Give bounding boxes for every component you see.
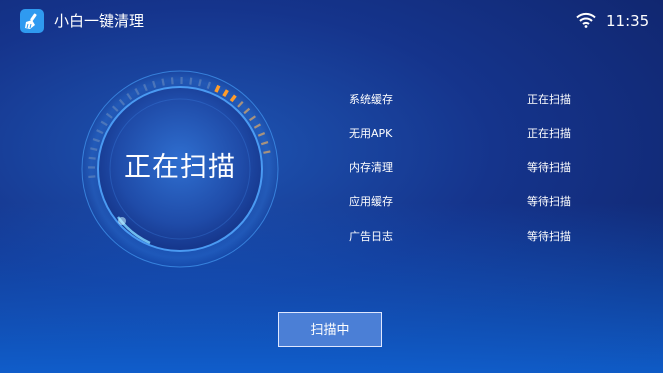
scan-item-name: 无用APK (349, 127, 393, 140)
scan-item-status: 正在扫描 (527, 93, 571, 106)
scan-item-status: 等待扫描 (527, 161, 571, 174)
status-clock: 11:35 (606, 12, 650, 30)
scan-item-row: 广告日志 等待扫描 (349, 228, 589, 246)
scan-item-status: 正在扫描 (527, 127, 571, 140)
app-title: 小白一键清理 (54, 12, 145, 30)
scanning-button[interactable]: 扫描中 (278, 312, 382, 347)
scan-item-name: 系统缓存 (349, 93, 393, 106)
scan-item-name: 广告日志 (349, 230, 393, 243)
scan-item-name: 内存清理 (349, 161, 393, 174)
progress-tick (170, 77, 174, 85)
progress-tick (161, 78, 165, 86)
progress-tick (189, 77, 193, 85)
scan-item-row: 应用缓存 等待扫描 (349, 193, 589, 211)
scan-item-status: 等待扫描 (527, 195, 571, 208)
broom-icon (25, 13, 37, 29)
scan-item-row: 无用APK 正在扫描 (349, 125, 589, 143)
scan-item-name: 应用缓存 (349, 195, 393, 208)
scan-item-status: 等待扫描 (527, 230, 571, 243)
scan-status-text: 正在扫描 (124, 152, 236, 183)
app-icon[interactable] (20, 9, 44, 33)
scan-item-row: 内存清理 等待扫描 (349, 159, 589, 177)
wifi-icon (576, 12, 596, 28)
progress-tick (198, 79, 202, 87)
scan-item-row: 系统缓存 正在扫描 (349, 91, 589, 109)
